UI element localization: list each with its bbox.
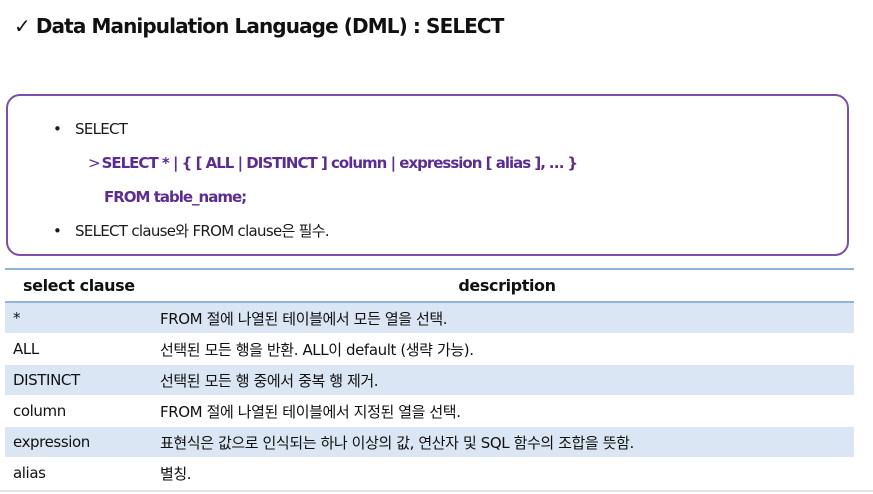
table-header-row: select clause description	[5, 268, 854, 303]
bullet-icon: •	[53, 120, 62, 138]
arrow-right-icon: >	[88, 154, 101, 172]
description-cell: 표현식은 값으로 인식되는 하나 이상의 값, 연산자 및 SQL 함수의 조합…	[160, 426, 854, 458]
clause-cell: DISTINCT	[5, 364, 160, 396]
clause-cell: ALL	[5, 333, 160, 365]
clause-cell: expression	[5, 426, 160, 458]
select-keyword: SELECT	[75, 120, 128, 138]
table-row: * FROM 절에 나열된 테이블에서 모든 열을 선택.	[5, 302, 854, 334]
description-cell: FROM 절에 나열된 테이블에서 지정된 열을 선택.	[160, 395, 854, 427]
clause-cell: alias	[5, 457, 160, 489]
syntax-text-1: SELECT * | { [ ALL | DISTINCT ] column |…	[101, 154, 578, 172]
select-clause-table: select clause description * FROM 절에 나열된 …	[5, 268, 854, 489]
note-text: SELECT clause와 FROM clause은 필수.	[75, 222, 330, 240]
clause-cell: column	[5, 395, 160, 427]
description-cell: 선택된 모든 행을 반환. ALL이 default (생략 가능).	[160, 333, 854, 365]
bullet-icon: •	[53, 222, 62, 240]
table-row: alias 별칭.	[5, 457, 854, 489]
syntax-box: • SELECT > SELECT * | { [ ALL | DISTINCT ]…	[6, 94, 849, 256]
description-cell: FROM 절에 나열된 테이블에서 모든 열을 선택.	[160, 302, 854, 334]
page-title: ✓ Data Manipulation Language (DML) : SELE…	[14, 14, 504, 38]
table-row: column FROM 절에 나열된 테이블에서 지정된 열을 선택.	[5, 395, 854, 427]
bullet-note: • SELECT clause와 FROM clause은 필수.	[53, 220, 330, 241]
header-select-clause: select clause	[5, 268, 160, 303]
table-row: DISTINCT 선택된 모든 행 중에서 중복 행 제거.	[5, 364, 854, 396]
syntax-line-1: > SELECT * | { [ ALL | DISTINCT ] column …	[88, 154, 578, 172]
bottom-divider	[0, 490, 873, 492]
description-cell: 선택된 모든 행 중에서 중복 행 제거.	[160, 364, 854, 396]
table-row: expression 표현식은 값으로 인식되는 하나 이상의 값, 연산자 및…	[5, 426, 854, 458]
check-icon: ✓	[14, 14, 31, 38]
clause-cell: *	[5, 302, 160, 334]
syntax-line-2: FROM table_name;	[104, 188, 247, 206]
header-description: description	[160, 268, 854, 303]
page-title-text: Data Manipulation Language (DML) : SELEC…	[35, 14, 504, 38]
description-cell: 별칭.	[160, 457, 854, 489]
bullet-select: • SELECT	[53, 120, 128, 138]
syntax-text-2: FROM table_name;	[104, 188, 247, 206]
table-row: ALL 선택된 모든 행을 반환. ALL이 default (생략 가능).	[5, 333, 854, 365]
